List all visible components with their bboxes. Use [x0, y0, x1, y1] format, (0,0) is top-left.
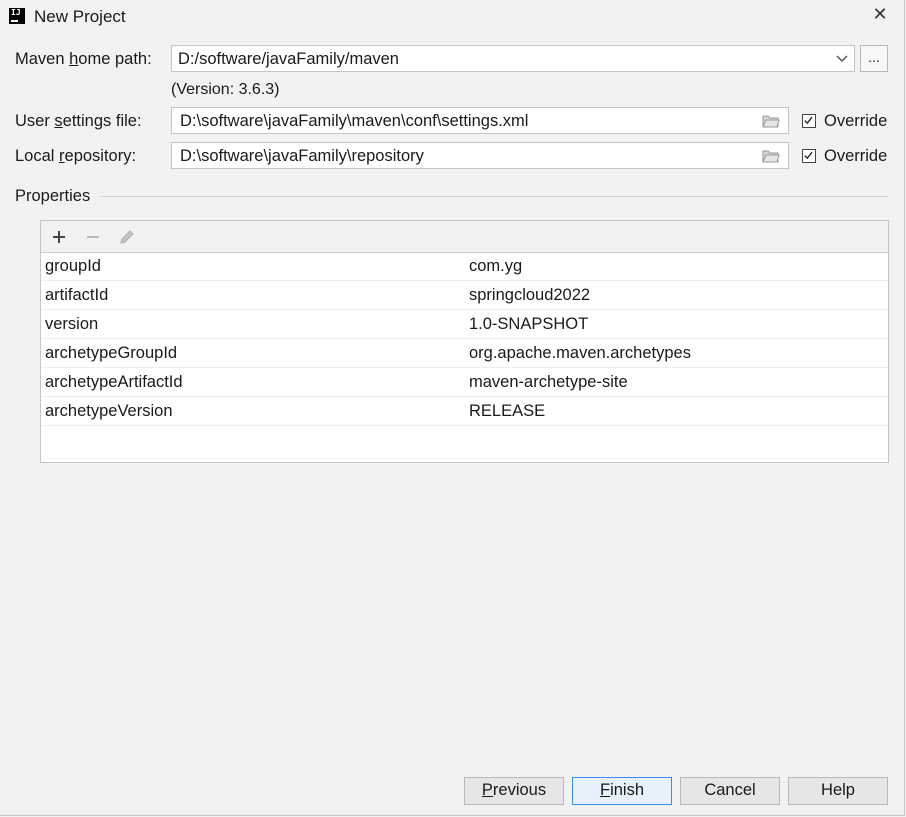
section-divider [100, 196, 889, 197]
property-value[interactable]: com.yg [469, 257, 522, 276]
intellij-idea-icon: IJ [9, 8, 25, 24]
properties-table: groupId com.yg artifactId springcloud202… [40, 220, 889, 463]
app-icon-text: IJ [11, 8, 21, 17]
checkmark-icon [804, 116, 813, 125]
user-settings-file-field[interactable]: D:\software\javaFamily\maven\conf\settin… [171, 107, 789, 134]
folder-icon[interactable] [762, 149, 780, 163]
maven-home-path-combobox[interactable]: D:/software/javaFamily/maven [171, 45, 855, 72]
property-value[interactable]: maven-archetype-site [469, 373, 628, 392]
table-row[interactable]: archetypeGroupId org.apache.maven.archet… [41, 339, 888, 368]
new-project-dialog: IJ New Project ✕ Maven home path: D:/sof… [0, 0, 905, 816]
local-repository-override-label[interactable]: Override [824, 147, 887, 166]
properties-section-title: Properties [15, 187, 91, 205]
local-repository-override-checkbox[interactable] [802, 149, 816, 163]
properties-toolbar [41, 221, 888, 253]
title-bar: IJ New Project ✕ [0, 0, 904, 34]
maven-home-path-label: Maven home path: [15, 50, 152, 68]
property-key: groupId [45, 257, 101, 275]
properties-rows: groupId com.yg artifactId springcloud202… [41, 252, 888, 426]
local-repository-label: Local repository: [15, 147, 137, 165]
property-value[interactable]: org.apache.maven.archetypes [469, 344, 691, 363]
close-icon: ✕ [872, 4, 888, 24]
table-row[interactable]: version 1.0-SNAPSHOT [41, 310, 888, 339]
property-key: archetypeGroupId [45, 344, 178, 362]
user-settings-override-checkbox[interactable] [802, 114, 816, 128]
chevron-down-icon [836, 55, 848, 63]
remove-icon[interactable] [83, 227, 103, 247]
previous-button[interactable]: Previous [464, 777, 564, 805]
finish-button[interactable]: Finish [572, 777, 672, 805]
table-row[interactable]: archetypeVersion RELEASE [41, 397, 888, 426]
add-icon[interactable] [49, 227, 69, 247]
maven-home-path-value: D:/software/javaFamily/maven [178, 50, 399, 68]
folder-icon[interactable] [762, 114, 780, 128]
table-row[interactable]: artifactId springcloud2022 [41, 281, 888, 310]
user-settings-file-value: D:\software\javaFamily\maven\conf\settin… [180, 112, 529, 130]
property-key: artifactId [45, 286, 109, 304]
maven-home-browse-button[interactable]: ... [860, 45, 888, 72]
local-repository-value: D:\software\javaFamily\repository [180, 147, 424, 165]
maven-version-text: (Version: 3.6.3) [171, 81, 280, 98]
help-button[interactable]: Help [788, 777, 888, 805]
close-button[interactable]: ✕ [866, 3, 894, 27]
cancel-button[interactable]: Cancel [680, 777, 780, 805]
table-row[interactable]: archetypeArtifactId maven-archetype-site [41, 368, 888, 397]
property-key: archetypeVersion [45, 402, 173, 420]
user-settings-override-label[interactable]: Override [824, 112, 887, 131]
checkmark-icon [804, 151, 813, 160]
property-key: version [45, 315, 99, 333]
edit-icon[interactable] [117, 227, 137, 247]
table-row[interactable]: groupId com.yg [41, 252, 888, 281]
property-value[interactable]: RELEASE [469, 402, 545, 421]
window-title: New Project [34, 7, 126, 26]
property-value[interactable]: springcloud2022 [469, 286, 590, 305]
property-key: archetypeArtifactId [45, 373, 183, 391]
local-repository-field[interactable]: D:\software\javaFamily\repository [171, 142, 789, 169]
property-value[interactable]: 1.0-SNAPSHOT [469, 315, 588, 334]
user-settings-file-label: User settings file: [15, 112, 142, 130]
